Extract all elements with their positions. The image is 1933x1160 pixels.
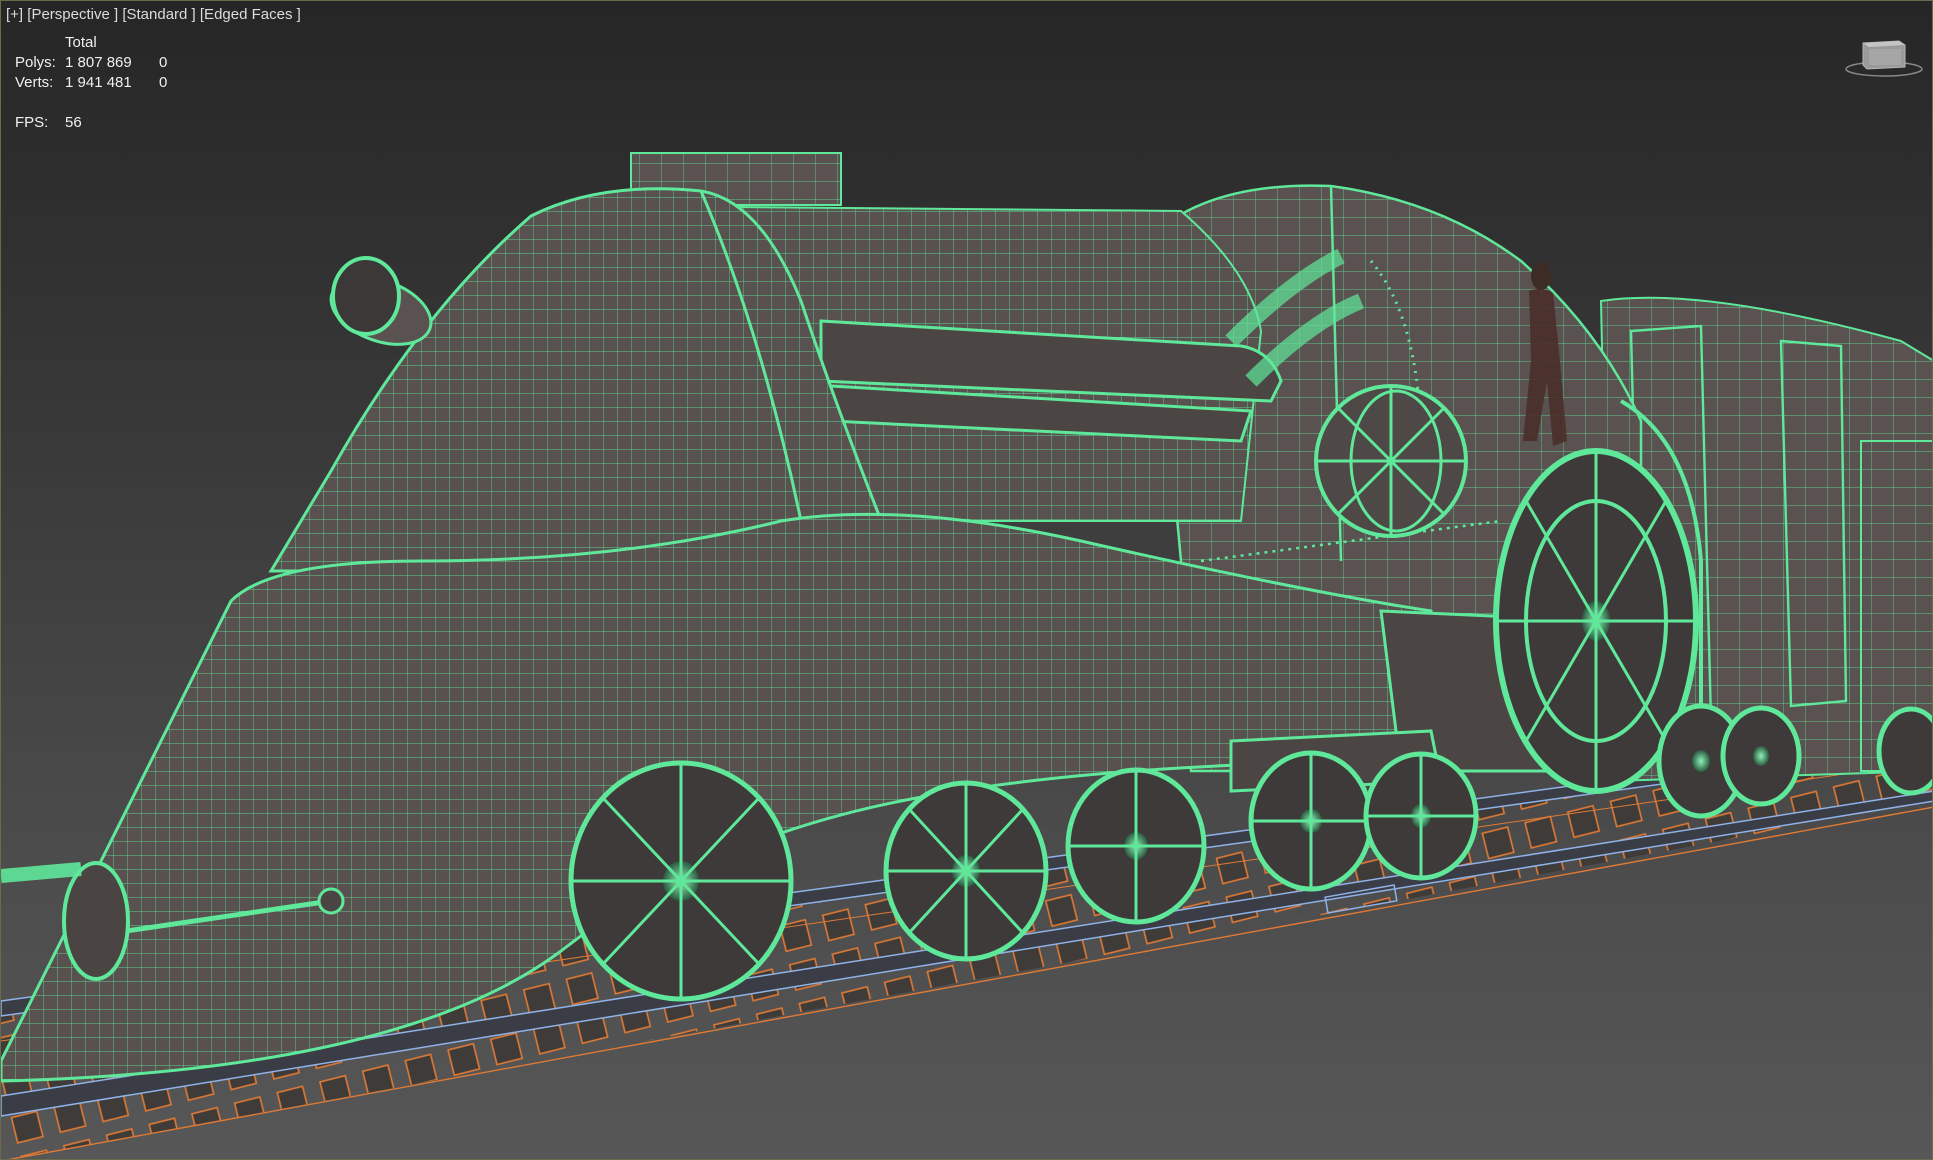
- stats-verts-row: Verts: 1 941 481 0: [15, 73, 179, 93]
- polys-total: 1 807 869: [65, 54, 132, 71]
- viewport-label[interactable]: [+] [Perspective ] [Standard ] [Edged Fa…: [6, 5, 301, 25]
- polys-selected: 0: [159, 54, 168, 71]
- wheel[interactable]: [1876, 706, 1933, 796]
- viewcube-icon[interactable]: [1843, 33, 1925, 79]
- fps-value: 56: [65, 114, 82, 131]
- wheel[interactable]: [1363, 751, 1479, 881]
- polys-label: Polys:: [15, 54, 56, 71]
- fps-label: FPS:: [15, 114, 49, 131]
- wheel[interactable]: [1720, 705, 1802, 807]
- stats-header: Total: [65, 34, 97, 51]
- 3d-viewport[interactable]: [+] [Perspective ] [Standard ] [Edged Fa…: [0, 0, 1933, 1160]
- fps-readout: FPS: 56: [15, 114, 82, 131]
- viewport-shading-standard[interactable]: [Standard ]: [122, 6, 195, 23]
- viewport-pov-perspective[interactable]: [Perspective ]: [27, 6, 118, 23]
- viewport-display-edged-faces[interactable]: [Edged Faces ]: [200, 6, 301, 23]
- wheel[interactable]: [883, 780, 1049, 962]
- viewport-menu-plus[interactable]: [+]: [6, 6, 23, 23]
- wheel[interactable]: [1065, 767, 1207, 925]
- verts-label: Verts:: [15, 74, 54, 91]
- verts-total: 1 941 481: [65, 74, 132, 91]
- stats-polys-row: Polys: 1 807 869 0: [15, 53, 179, 73]
- wheel[interactable]: [1248, 750, 1374, 892]
- viewport-statistics: Total Polys: 1 807 869 0 Verts: 1 941 48…: [15, 33, 179, 93]
- train-wireframe-scene[interactable]: [1, 1, 1933, 1160]
- wheel[interactable]: [568, 760, 794, 1002]
- verts-selected: 0: [159, 74, 168, 91]
